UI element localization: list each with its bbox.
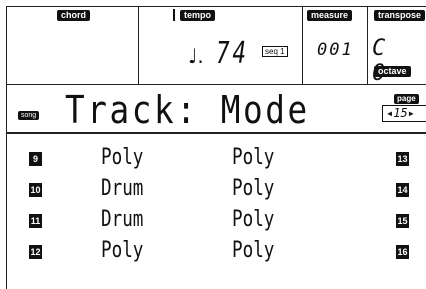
track-number-left: 9 — [29, 152, 42, 166]
transpose-cell[interactable]: transpose C 0 octave — [368, 6, 426, 86]
page-selector[interactable]: page ◂15▸ — [382, 94, 426, 124]
song-badge: song — [18, 111, 40, 120]
track-mode-right[interactable]: Poly — [232, 145, 274, 170]
tempo-cell[interactable]: tempo ♩. 74 seq 1 — [139, 6, 303, 85]
track-mode-right[interactable]: Poly — [232, 238, 274, 263]
track-mode-left[interactable]: Drum — [101, 176, 143, 201]
header-bar: chord tempo ♩. 74 seq 1 measure 001 tran… — [6, 6, 426, 86]
octave-label: octave — [374, 66, 411, 77]
tempo-source-badge: seq 1 — [262, 46, 288, 57]
track-number-left: 11 — [29, 214, 42, 228]
page-label: page — [394, 94, 419, 104]
track-mode-right[interactable]: Poly — [232, 176, 274, 201]
track-number-right: 16 — [396, 245, 409, 259]
quarter-note-icon: ♩. — [188, 44, 204, 68]
track-mode-right[interactable]: Poly — [232, 207, 274, 232]
chord-cell[interactable]: chord — [6, 6, 139, 85]
track-mode-left[interactable]: Poly — [101, 145, 143, 170]
tempo-value: 74 — [216, 36, 250, 71]
track-row: 11 Drum Poly 15 — [6, 207, 426, 236]
transpose-label: transpose — [374, 10, 426, 21]
page-title: Track: Mode — [65, 88, 310, 132]
track-number-right: 14 — [396, 183, 409, 197]
tempo-marker-icon — [173, 9, 177, 21]
track-row: 12 Poly Poly 16 — [6, 238, 426, 267]
track-row: 9 Poly Poly 13 — [6, 145, 426, 174]
chord-label: chord — [57, 10, 91, 21]
track-number-right: 15 — [396, 214, 409, 228]
measure-cell[interactable]: measure 001 — [303, 6, 368, 85]
track-number-left: 12 — [29, 245, 42, 259]
measure-value: 001 — [317, 40, 354, 60]
track-mode-left[interactable]: Poly — [101, 238, 143, 263]
measure-label: measure — [307, 10, 353, 21]
track-number-right: 13 — [396, 152, 409, 166]
title-bar: song Track: Mode page ◂15▸ — [6, 85, 426, 134]
track-row: 10 Drum Poly 14 — [6, 176, 426, 205]
transpose-value: C 0 — [372, 36, 404, 86]
page-number: ◂15▸ — [382, 105, 426, 122]
track-mode-left[interactable]: Drum — [101, 207, 143, 232]
track-number-left: 10 — [29, 183, 42, 197]
tempo-label: tempo — [180, 10, 215, 21]
